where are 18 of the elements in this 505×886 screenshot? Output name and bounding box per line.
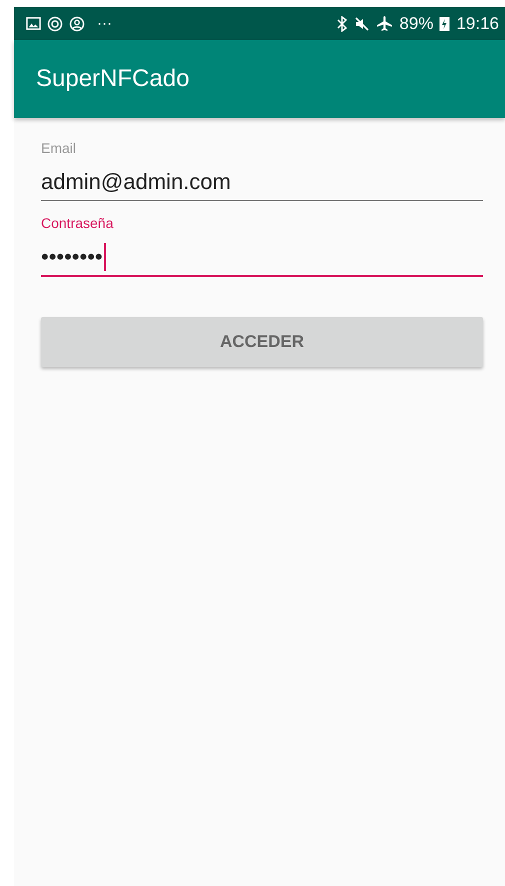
text-field[interactable]: Contraseña ••••••••	[41, 215, 483, 277]
field-label: Contraseña	[41, 215, 114, 231]
bluetooth-icon	[336, 16, 348, 32]
clock: 19:16	[456, 14, 499, 34]
text-field[interactable]: Email admin@admin.com	[41, 140, 483, 201]
field-value: admin@admin.com	[41, 169, 231, 195]
field-label: Email	[41, 140, 78, 156]
more-notifications: ···	[97, 15, 112, 32]
battery-percentage: 89%	[399, 14, 434, 34]
airplane-icon	[376, 15, 394, 32]
battery-icon	[439, 16, 450, 32]
app-title: SuperNFCado	[36, 65, 190, 93]
account-icon	[69, 16, 85, 32]
login-button[interactable]: ACCEDER	[41, 317, 483, 367]
text-cursor	[104, 243, 106, 271]
mute-icon	[354, 16, 370, 32]
image-icon	[26, 16, 41, 31]
field-value: ••••••••	[41, 244, 103, 270]
